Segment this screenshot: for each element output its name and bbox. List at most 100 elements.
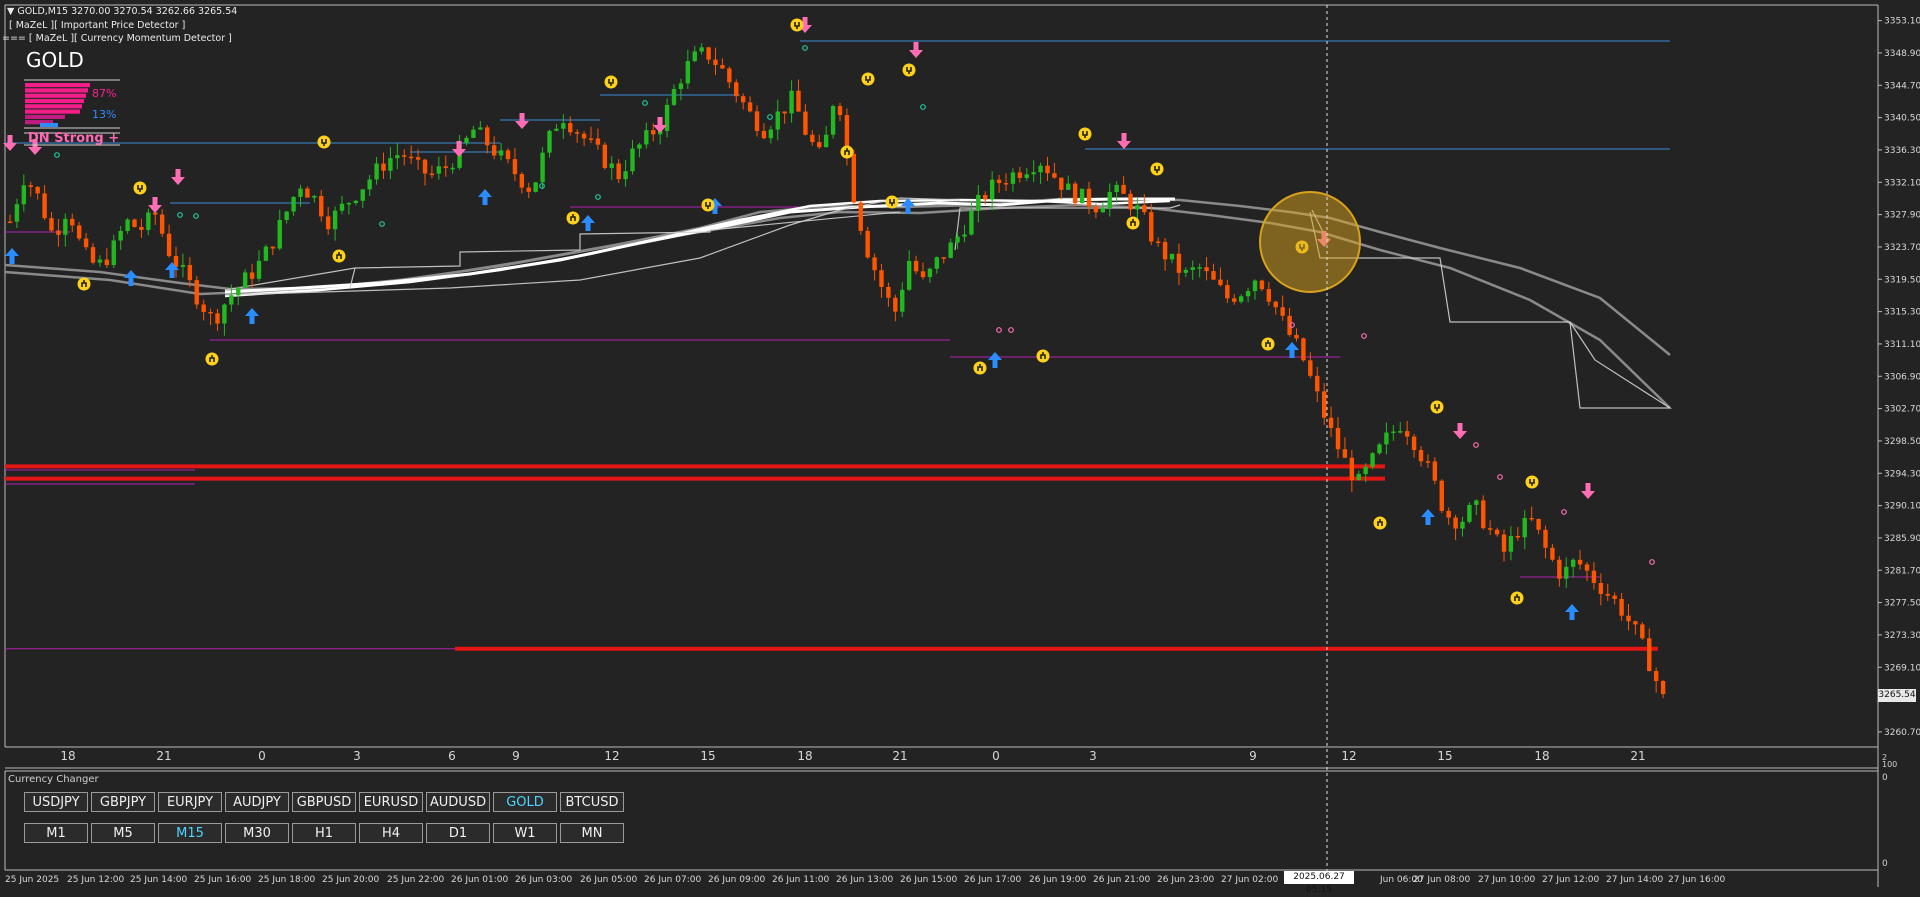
candle-body	[498, 150, 504, 156]
symbol-button-gold[interactable]: GOLD	[493, 792, 557, 812]
symbol-button-eurjpy[interactable]: EURJPY	[158, 792, 222, 812]
candle-body	[1301, 338, 1306, 361]
hour-tick-label: 15	[700, 749, 715, 763]
candle-body	[1577, 559, 1583, 565]
chart-canvas[interactable]: 3353.10 3348.90 3344.70 3340.50 3336.30 3332.…	[0, 0, 1920, 892]
signal-dot-icon	[701, 198, 715, 212]
sell-arrow-icon	[1581, 483, 1595, 499]
timeframe-button-m1[interactable]: M1	[24, 823, 88, 843]
candle-body	[429, 173, 435, 176]
candle-body	[1190, 267, 1195, 270]
timeframe-button-h4[interactable]: H4	[359, 823, 423, 843]
candle-body	[969, 210, 974, 235]
price-tick-label: 3290.10	[1884, 502, 1920, 512]
symbol-button-audusd[interactable]: AUDUSD	[426, 792, 490, 812]
signal-dot-icon	[1261, 337, 1275, 351]
hour-tick-label: 3	[353, 749, 361, 763]
date-tick-label: 25 Jun 12:00	[67, 875, 124, 885]
candle-body	[886, 286, 891, 298]
candle-body	[1529, 517, 1534, 520]
zigzag-lines	[224, 197, 1673, 409]
hour-tick-label: 0	[992, 749, 1000, 763]
ma-fast	[224, 197, 1175, 294]
candle-body	[1653, 671, 1659, 682]
price-tick-label: 3348.90	[1884, 49, 1920, 59]
small-signal-icon	[996, 327, 1002, 333]
timeframe-button-mn[interactable]: MN	[560, 823, 624, 843]
candle-body	[305, 188, 310, 198]
candle-body	[505, 150, 511, 160]
candle-body	[1640, 624, 1645, 639]
date-tick-label: 26 Jun 13:00	[836, 875, 893, 885]
candle-body	[471, 129, 476, 138]
candle-body	[180, 265, 186, 267]
candle-body	[796, 90, 801, 112]
candle-body	[14, 204, 20, 222]
candle-body	[934, 257, 940, 269]
buy-arrow-icon	[988, 352, 1002, 368]
candle-body	[312, 195, 317, 198]
candle-body	[1086, 188, 1092, 207]
timeframe-button-d1[interactable]: D1	[426, 823, 490, 843]
price-tick-label: 3340.50	[1884, 114, 1920, 124]
candle-body	[1619, 598, 1624, 616]
signal-dot-icon	[885, 195, 899, 209]
ma-fast-2	[224, 198, 1171, 298]
signal-dot-icon	[1373, 516, 1387, 530]
momentum-bar	[25, 104, 82, 109]
candle-body	[761, 130, 767, 139]
bear-percent: 87%	[92, 87, 117, 100]
signal-dot-icon	[1078, 127, 1092, 141]
candle-body	[1149, 212, 1154, 242]
candle-body	[983, 194, 988, 200]
symbol-button-btcusd[interactable]: BTCUSD	[560, 792, 624, 812]
candle-body	[146, 212, 151, 230]
candle-body	[789, 90, 794, 114]
momentum-bar	[25, 93, 86, 98]
candle-body	[740, 96, 746, 103]
timeframe-button-m5[interactable]: M5	[91, 823, 155, 843]
candle-body	[229, 295, 234, 305]
candle-body	[568, 123, 573, 133]
candle-body	[1550, 547, 1555, 560]
candle-body	[28, 185, 33, 187]
candle-body	[7, 221, 13, 224]
candle-body	[1294, 334, 1299, 339]
signal-dot-icon	[604, 75, 618, 89]
date-tick-label: 26 Jun 09:00	[708, 875, 765, 885]
candle-body	[277, 219, 282, 249]
candle-body	[1474, 500, 1479, 505]
candle-body	[948, 242, 953, 258]
candle-body	[630, 148, 635, 172]
symbol-button-eurusd[interactable]: EURUSD	[359, 792, 423, 812]
timeframe-button-w1[interactable]: W1	[493, 823, 557, 843]
crosshair-time-label: 2025.06.27 05:15	[1284, 871, 1354, 895]
symbol-button-gbpjpy[interactable]: GBPJPY	[91, 792, 155, 812]
candle-body	[215, 313, 220, 324]
candle-body	[1425, 461, 1431, 463]
timeframe-button-h1[interactable]: H1	[292, 823, 356, 843]
timeframe-button-m15[interactable]: M15	[158, 823, 222, 843]
price-tick-label: 3277.50	[1884, 599, 1920, 609]
candle-body	[1238, 296, 1244, 302]
small-signal-icon	[1497, 474, 1503, 480]
candle-body	[1169, 253, 1175, 260]
symbol-button-gbpusd[interactable]: GBPUSD	[292, 792, 356, 812]
candle-body	[1370, 453, 1375, 467]
candle-body	[1100, 208, 1106, 213]
symbol-button-usdjpy[interactable]: USDJPY	[24, 792, 88, 812]
price-tick-label: 3269.10	[1884, 663, 1920, 673]
candle-body	[989, 179, 995, 200]
candle-body	[346, 203, 352, 205]
candle-body	[1460, 521, 1465, 529]
candle-body	[1522, 517, 1527, 538]
candle-body	[1315, 375, 1320, 392]
candle-body	[187, 265, 193, 281]
candle-body	[166, 233, 172, 257]
candle-body	[692, 51, 697, 62]
collapse-arrow-icon[interactable]: ▼	[7, 6, 14, 17]
sell-arrow-icon	[171, 169, 185, 185]
symbol-button-audjpy[interactable]: AUDJPY	[225, 792, 289, 812]
timeframe-button-m30[interactable]: M30	[225, 823, 289, 843]
candle-body	[706, 47, 711, 60]
